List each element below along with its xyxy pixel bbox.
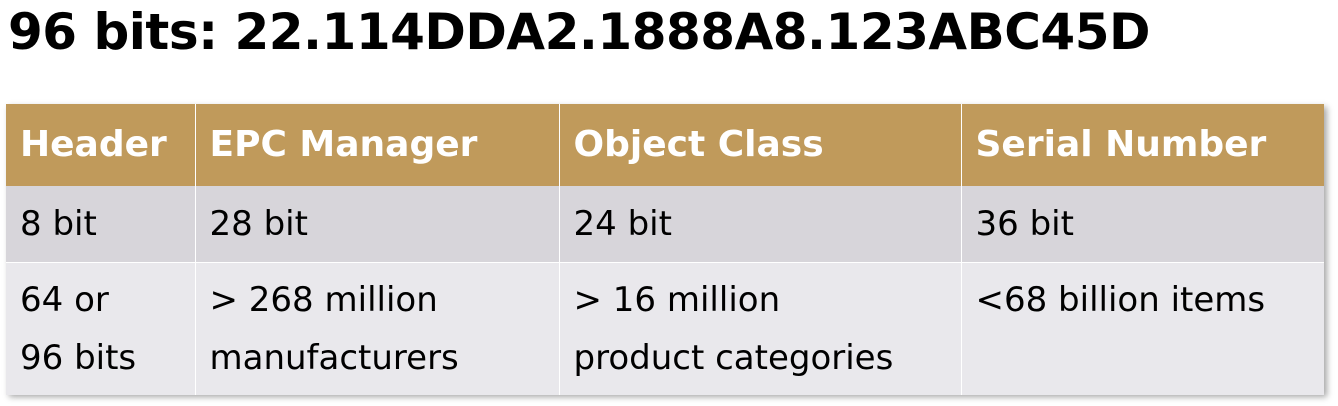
cell-line: > 16 million xyxy=(573,280,781,320)
column-header-object-class: Object Class xyxy=(559,104,962,186)
table-cell: 8 bit xyxy=(6,186,196,263)
column-header-header: Header xyxy=(6,104,196,186)
table-row-bit-length: 8 bit 28 bit 24 bit 36 bit xyxy=(6,186,1324,263)
table-cell: > 268 million manufacturers xyxy=(195,262,560,395)
page-title: 96 bits: 22.114DDA2.1888A8.123ABC45D xyxy=(8,3,1151,61)
table-cell: 28 bit xyxy=(195,186,560,263)
table-header-row: Header EPC Manager Object Class Serial N… xyxy=(6,104,1324,186)
cell-line: 64 or xyxy=(20,280,109,320)
epc-table: Header EPC Manager Object Class Serial N… xyxy=(6,104,1324,395)
table-cell: 24 bit xyxy=(559,186,962,263)
table-row-capacity: 64 or 96 bits > 268 million manufacturer… xyxy=(6,262,1324,395)
table-cell: > 16 million product categories xyxy=(559,262,962,395)
cell-line: 96 bits xyxy=(20,338,137,378)
cell-line: <68 billion items xyxy=(975,280,1266,320)
epc-structure-table: Header EPC Manager Object Class Serial N… xyxy=(6,104,1324,395)
table-cell: 64 or 96 bits xyxy=(6,262,196,395)
column-header-serial-number: Serial Number xyxy=(975,124,1267,165)
table-cell: <68 billion items xyxy=(961,263,1324,395)
cell-line: product categories xyxy=(573,338,894,378)
cell-line: manufacturers xyxy=(209,338,459,378)
column-header-epc-manager: EPC Manager xyxy=(195,104,560,186)
cell-line: > 268 million xyxy=(209,280,438,320)
table-cell: 36 bit xyxy=(975,204,1074,244)
